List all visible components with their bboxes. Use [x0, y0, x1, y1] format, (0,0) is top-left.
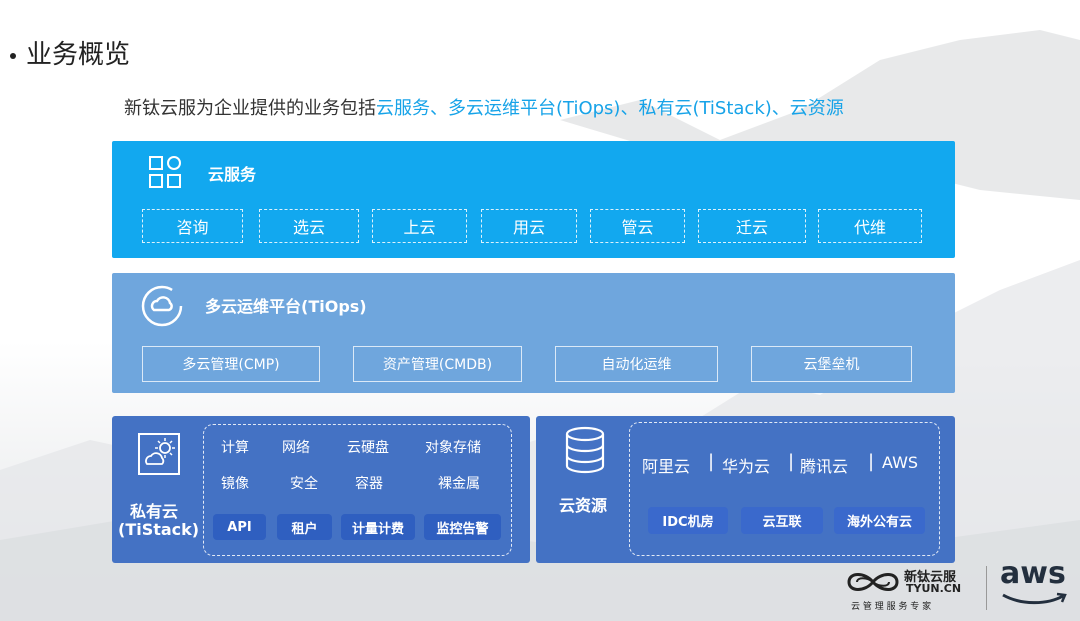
separator: | — [788, 451, 795, 472]
service-item-consult[interactable]: 咨询 — [142, 209, 243, 243]
brand-tagline: 云 管 理 服 务 专 家 — [851, 602, 932, 612]
separator: | — [868, 451, 875, 472]
bullet-icon — [10, 52, 16, 59]
tistack-title-line2: (TiStack) — [118, 520, 200, 539]
cloud-icon — [141, 285, 183, 327]
separator: | — [708, 451, 715, 472]
tistack-feature[interactable]: 安全 — [290, 473, 318, 493]
tistack-feature[interactable]: 计算 — [221, 437, 249, 457]
resource-pill-overseas[interactable]: 海外公有云 — [834, 507, 925, 534]
resource-pill-idc[interactable]: IDC机房 — [648, 507, 728, 534]
tistack-pill-tenant[interactable]: 租户 — [277, 514, 332, 540]
aws-smile-icon — [1002, 592, 1067, 605]
tistack-feature[interactable]: 云硬盘 — [347, 437, 389, 457]
aws-logo-text: aws — [1000, 556, 1066, 591]
intro-highlight: 云服务、多云运维平台(TiOps)、私有云(TiStack)、云资源 — [376, 98, 844, 119]
tiops-item-cmp[interactable]: 多云管理(CMP) — [142, 346, 320, 382]
tistack-feature[interactable]: 对象存储 — [425, 437, 481, 457]
resource-pill-interconnect[interactable]: 云互联 — [741, 507, 823, 534]
intro-text: 新钛云服为企业提供的业务包括云服务、多云运维平台(TiOps)、私有云(TiSt… — [124, 94, 844, 120]
page-title: 业务概览 — [6, 34, 130, 71]
logo-divider — [986, 566, 987, 610]
tiops-item-cmdb[interactable]: 资产管理(CMDB) — [353, 346, 522, 382]
provider-tencent[interactable]: 腾讯云 — [800, 453, 848, 477]
service-item-select[interactable]: 选云 — [259, 209, 359, 243]
intro-prefix: 新钛云服为企业提供的业务包括 — [124, 98, 376, 119]
tistack-feature[interactable]: 裸金属 — [438, 473, 480, 493]
tiops-item-automation[interactable]: 自动化运维 — [555, 346, 718, 382]
provider-huawei[interactable]: 华为云 — [722, 453, 770, 477]
service-item-migrate[interactable]: 迁云 — [698, 209, 806, 243]
service-item-ops[interactable]: 代维 — [818, 209, 922, 243]
tistack-feature[interactable]: 镜像 — [221, 473, 249, 493]
tistack-pill-billing[interactable]: 计量计费 — [341, 514, 415, 540]
provider-aws[interactable]: AWS — [882, 453, 918, 472]
resources-box — [629, 422, 940, 556]
tiops-title: 多云运维平台(TiOps) — [205, 297, 367, 316]
tistack-title-line1: 私有云 — [130, 502, 179, 521]
heading-text: 业务概览 — [26, 40, 131, 70]
provider-aliyun[interactable]: 阿里云 — [642, 453, 690, 477]
tistack-feature[interactable]: 容器 — [355, 473, 383, 493]
cloud-resources-title: 云资源 — [559, 496, 608, 515]
service-item-use[interactable]: 用云 — [481, 209, 577, 243]
tiops-item-bastion[interactable]: 云堡垒机 — [751, 346, 912, 382]
service-item-manage[interactable]: 管云 — [590, 209, 685, 243]
tistack-feature[interactable]: 网络 — [282, 437, 310, 457]
tyun-logo-icon — [847, 573, 899, 591]
grid-icon — [149, 156, 181, 188]
tistack-pill-api[interactable]: API — [213, 514, 266, 540]
brand-domain: TYUN.CN — [906, 582, 962, 595]
tistack-pill-monitoring[interactable]: 监控告警 — [424, 514, 501, 540]
cloud-services-title: 云服务 — [208, 165, 257, 184]
database-icon — [565, 426, 605, 474]
cloud-sun-icon — [138, 433, 180, 475]
service-item-migrate-up[interactable]: 上云 — [372, 209, 467, 243]
